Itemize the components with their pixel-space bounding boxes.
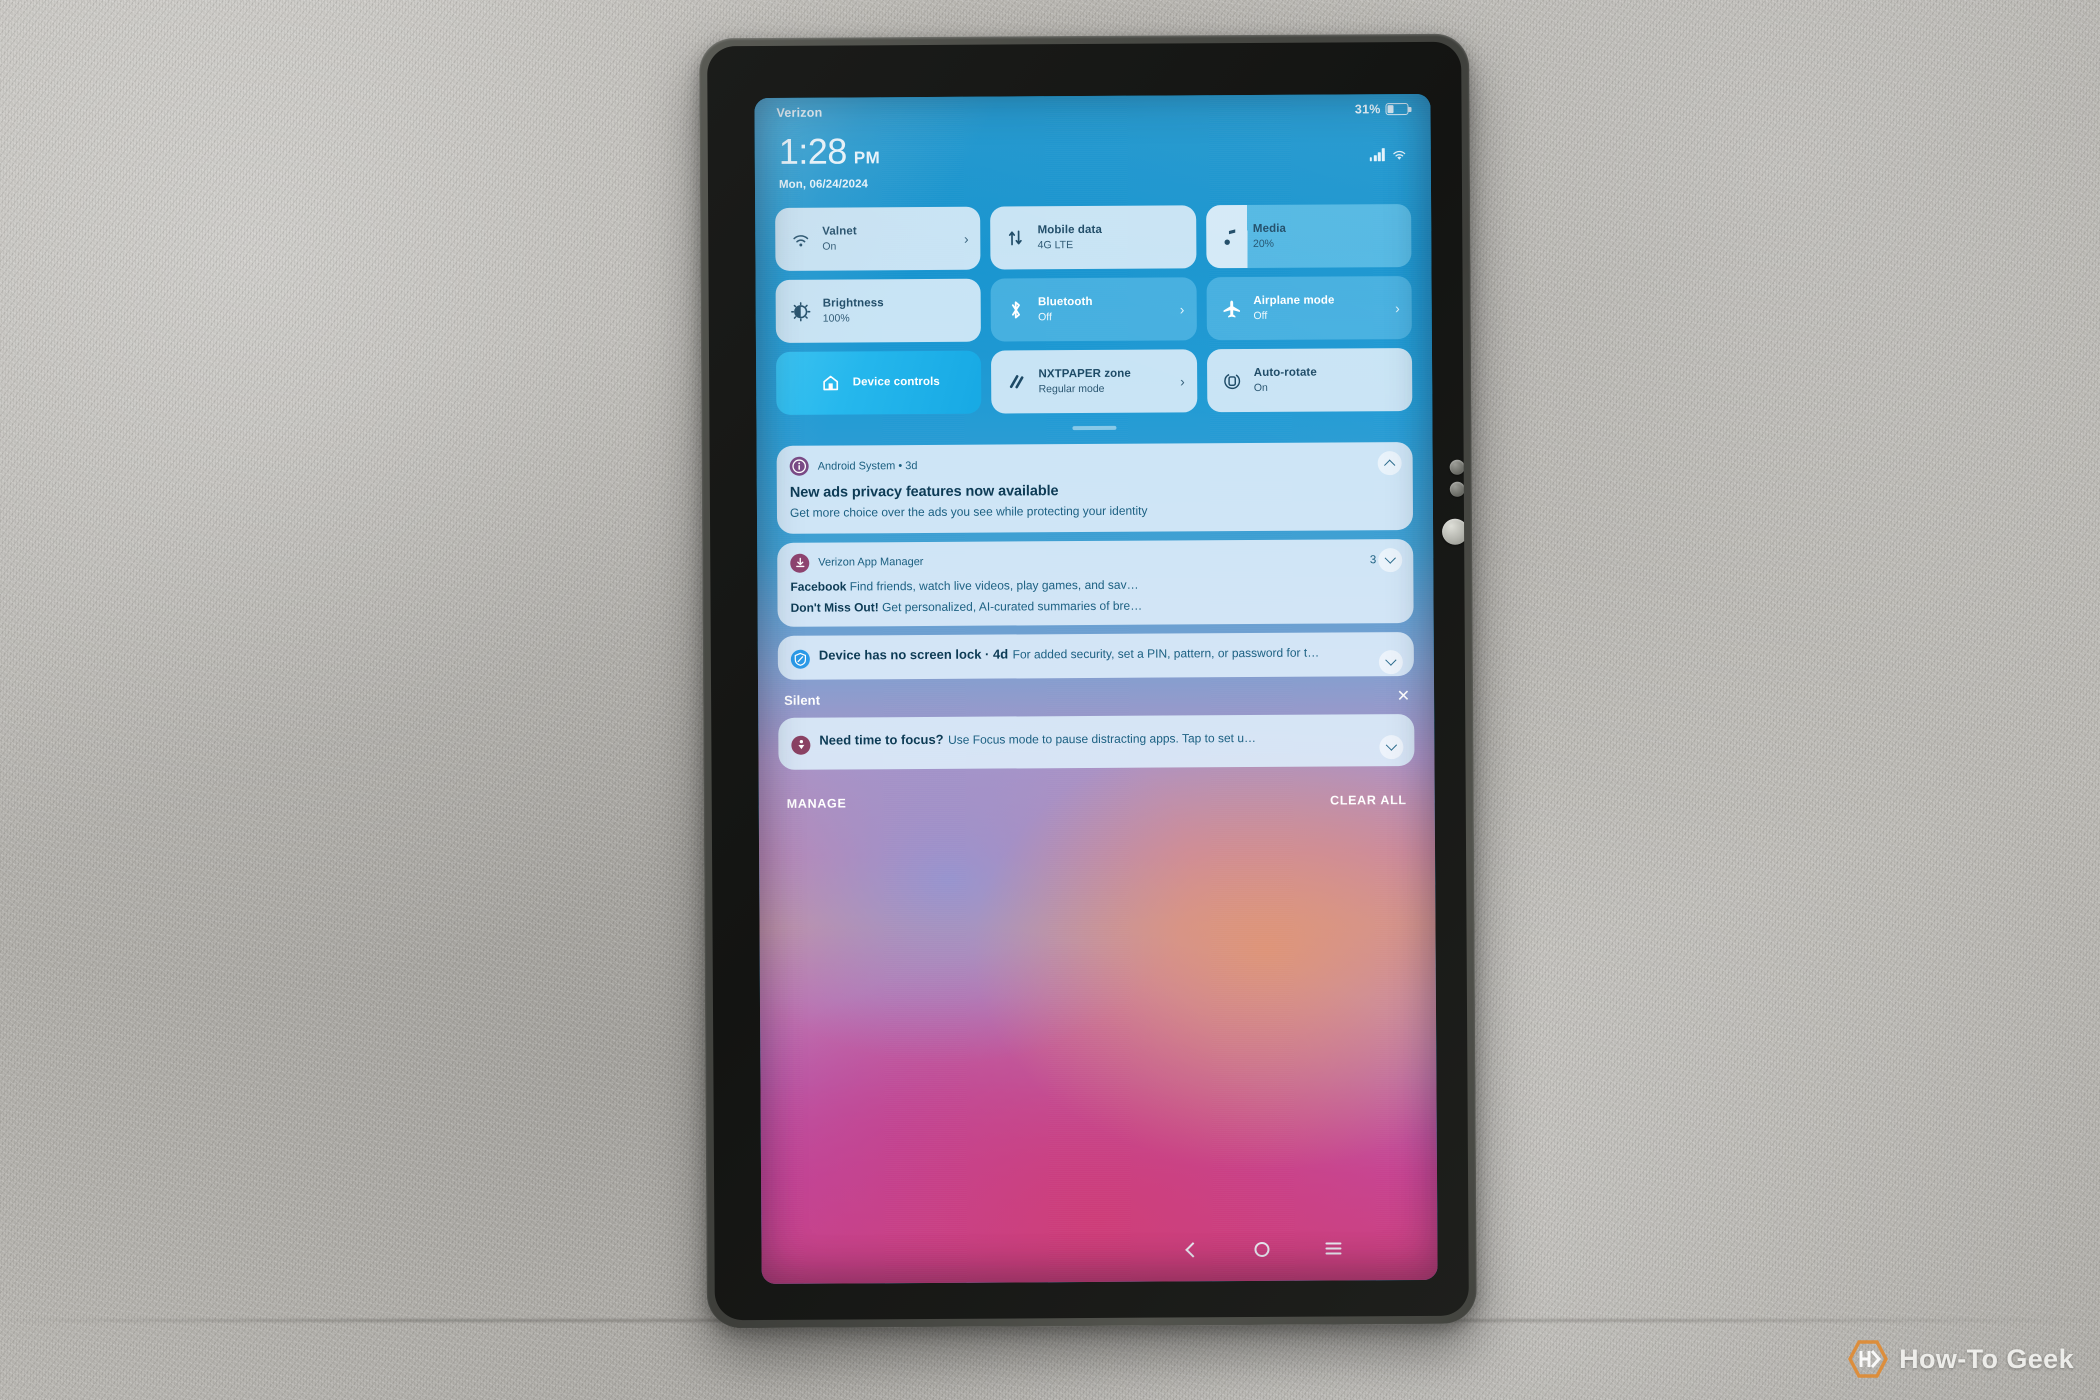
nxtpaper-zone-tile[interactable]: NXTPAPER zone Regular mode › — [991, 349, 1198, 414]
group-item-line[interactable]: Don't Miss Out! Get personalized, AI-cur… — [790, 597, 1401, 615]
notification-title: Need time to focus? — [819, 731, 944, 748]
tile-sublabel: 4G LTE — [1037, 239, 1074, 252]
brightness-icon — [790, 301, 812, 321]
tile-label: Mobile data — [1037, 223, 1102, 237]
music-note-icon — [1220, 228, 1242, 246]
status-bar: Verizon 31% — [754, 94, 1430, 128]
home-circle-icon[interactable] — [1254, 1241, 1270, 1257]
tile-label: Bluetooth — [1037, 295, 1093, 309]
airplane-icon — [1220, 299, 1242, 319]
media-volume-tile[interactable]: Media 20% — [1205, 204, 1412, 269]
carrier-label: Verizon — [776, 105, 823, 120]
tablet-screen[interactable]: Verizon 31% 1:28 PM Mon, 06/24/2024 Valn… — [754, 93, 1438, 1285]
tile-label: Brightness — [822, 297, 884, 310]
sensor-dot-icon — [1449, 481, 1465, 497]
chevron-right-icon[interactable]: › — [960, 230, 969, 246]
notification-body: Use Focus mode to pause distracting apps… — [948, 730, 1257, 747]
tile-label: Auto-rotate — [1253, 366, 1317, 379]
info-icon — [789, 456, 809, 476]
panel-drag-handle[interactable] — [1072, 425, 1117, 431]
auto-rotate-tile[interactable]: Auto-rotate On — [1206, 348, 1413, 413]
lockscreen-clock: 1:28 PM Mon, 06/24/2024 — [778, 130, 881, 191]
tile-sublabel: On — [1253, 381, 1268, 395]
airplane-mode-tile[interactable]: Airplane mode Off › — [1206, 276, 1412, 341]
manage-button[interactable]: MANAGE — [787, 796, 847, 810]
tile-sublabel: 20% — [1252, 237, 1275, 251]
tile-label: Device controls — [852, 375, 940, 389]
bluetooth-icon — [1005, 299, 1027, 320]
notification-title: New ads privacy features now available — [789, 483, 1059, 501]
tile-label: Valnet — [822, 225, 857, 238]
notification-focus-mode[interactable]: Need time to focus? Use Focus mode to pa… — [778, 713, 1415, 770]
recents-icon[interactable] — [1325, 1242, 1342, 1255]
wifi-tile[interactable]: Valnet On › — [775, 206, 981, 271]
how-to-geek-logo — [1848, 1340, 1889, 1378]
notification-count-badge: 3 — [1369, 553, 1377, 566]
focus-person-icon — [791, 735, 811, 755]
power-button[interactable] — [1442, 518, 1469, 545]
tile-sublabel: On — [822, 240, 837, 253]
tablet-bezel: Verizon 31% 1:28 PM Mon, 06/24/2024 Valn… — [707, 41, 1469, 1321]
group-item-body: Get personalized, AI-curated summaries o… — [882, 598, 1143, 614]
chevron-right-icon[interactable]: › — [1391, 300, 1400, 316]
chevron-right-icon[interactable]: › — [1176, 373, 1185, 389]
clock-date-label: Mon, 06/24/2024 — [778, 178, 869, 191]
notification-list: Android System • 3d New ads privacy feat… — [776, 442, 1415, 811]
notification-body: For added security, set a PIN, pattern, … — [1012, 645, 1320, 662]
clock-ampm-label: PM — [853, 148, 881, 168]
notification-body: Get more choice over the ads you see whi… — [789, 503, 1148, 520]
navigation-bar[interactable] — [761, 1228, 1437, 1272]
chevron-right-icon[interactable]: › — [1176, 301, 1185, 317]
wifi-icon — [1393, 150, 1406, 160]
group-item-line[interactable]: Facebook Find friends, watch live videos… — [790, 576, 1400, 594]
nxtpaper-icon — [1005, 372, 1027, 391]
download-icon — [790, 553, 810, 573]
notification-actions: MANAGE CLEAR ALL — [779, 775, 1415, 811]
mobile-data-tile[interactable]: Mobile data 4G LTE — [990, 205, 1197, 270]
brightness-tile[interactable]: Brightness 100% — [775, 278, 982, 343]
expand-icon[interactable] — [1378, 649, 1403, 674]
sensor-dot-icon — [1449, 459, 1465, 475]
group-item-title: Don't Miss Out! — [790, 599, 879, 615]
watermark-text: How-To Geek — [1899, 1343, 2074, 1374]
battery-percent-label: 31% — [1354, 102, 1381, 117]
quick-settings-grid[interactable]: Valnet On › Mobile data 4G LTE Media 20%… — [775, 204, 1413, 415]
cellular-signal-icon — [1369, 148, 1385, 162]
expand-icon[interactable] — [1379, 734, 1404, 759]
tile-sublabel: 100% — [822, 312, 850, 325]
tile-label: Media — [1252, 222, 1287, 235]
tile-sublabel: Off — [1253, 309, 1268, 323]
notification-app-label: Verizon App Manager — [818, 556, 924, 569]
tablet-device: Verizon 31% 1:28 PM Mon, 06/24/2024 Valn… — [699, 33, 1477, 1329]
close-icon[interactable]: ✕ — [1397, 688, 1411, 705]
group-item-body: Find friends, watch live videos, play ga… — [849, 577, 1139, 594]
wifi-icon — [789, 231, 811, 247]
notification-app-label: Android System • 3d — [817, 459, 918, 473]
notification-android-system[interactable]: Android System • 3d New ads privacy feat… — [776, 442, 1414, 534]
home-icon — [820, 373, 842, 392]
silent-section-header: Silent ✕ — [778, 685, 1414, 718]
device-controls-tile[interactable]: Device controls — [775, 350, 982, 415]
clear-all-button[interactable]: CLEAR ALL — [1330, 793, 1407, 807]
network-icons — [1369, 148, 1407, 162]
notification-verizon-group[interactable]: Verizon App Manager 3 Facebook Find frie… — [777, 538, 1414, 627]
tile-sublabel: Off — [1038, 311, 1052, 324]
mobile-data-icon — [1005, 228, 1027, 247]
tile-label: NXTPAPER zone — [1038, 367, 1131, 381]
group-item-title: Facebook — [790, 579, 847, 594]
tile-sublabel: Regular mode — [1038, 382, 1105, 396]
tile-label: Airplane mode — [1253, 294, 1335, 307]
expand-icon[interactable]: 3 — [1370, 547, 1403, 572]
auto-rotate-icon — [1221, 371, 1243, 391]
watermark: How-To Geek — [1848, 1340, 2074, 1378]
notification-title: Device has no screen lock · 4d — [818, 646, 1009, 663]
back-icon[interactable] — [1185, 1241, 1201, 1258]
clock-time-label: 1:28 — [778, 130, 847, 172]
collapse-icon[interactable] — [1377, 451, 1402, 476]
battery-icon — [1385, 103, 1409, 116]
silent-label: Silent — [784, 692, 821, 708]
bluetooth-tile[interactable]: Bluetooth Off › — [990, 277, 1197, 342]
notification-screen-lock[interactable]: Device has no screen lock · 4d For added… — [777, 631, 1414, 680]
shield-icon — [790, 649, 810, 669]
